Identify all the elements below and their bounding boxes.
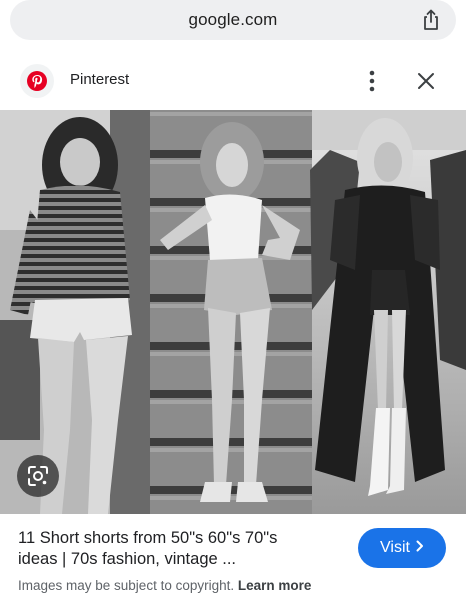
more-vert-icon[interactable]	[360, 68, 384, 94]
photo-panel-1	[0, 110, 150, 514]
visit-button[interactable]: Visit	[358, 528, 446, 568]
learn-more-link[interactable]: Learn more	[238, 578, 312, 593]
result-title[interactable]: 11 Short shorts from 50"s 60"s 70"s idea…	[18, 528, 338, 570]
source-bar: Pinterest	[0, 56, 466, 106]
source-name[interactable]: Pinterest	[70, 71, 129, 88]
result-image[interactable]	[0, 110, 466, 514]
copyright-notice: Images may be subject to copyright. Lear…	[18, 578, 311, 593]
chevron-right-icon	[416, 539, 424, 557]
pinterest-logo-icon[interactable]	[20, 64, 54, 98]
result-title-line-2: ideas | 70s fashion, vintage ...	[18, 550, 237, 568]
result-title-line-1: 11 Short shorts from 50"s 60"s 70"s	[18, 529, 278, 547]
photo-panel-3	[310, 110, 466, 514]
visit-button-label: Visit	[380, 539, 410, 556]
close-icon[interactable]	[413, 68, 439, 94]
image-collage	[0, 110, 466, 514]
url-text[interactable]: google.com	[189, 10, 278, 30]
url-bar[interactable]: google.com	[10, 0, 456, 40]
google-lens-icon[interactable]	[17, 455, 59, 497]
share-icon[interactable]	[420, 9, 442, 31]
photo-panel-2	[150, 110, 312, 514]
copyright-text: Images may be subject to copyright.	[18, 578, 235, 593]
